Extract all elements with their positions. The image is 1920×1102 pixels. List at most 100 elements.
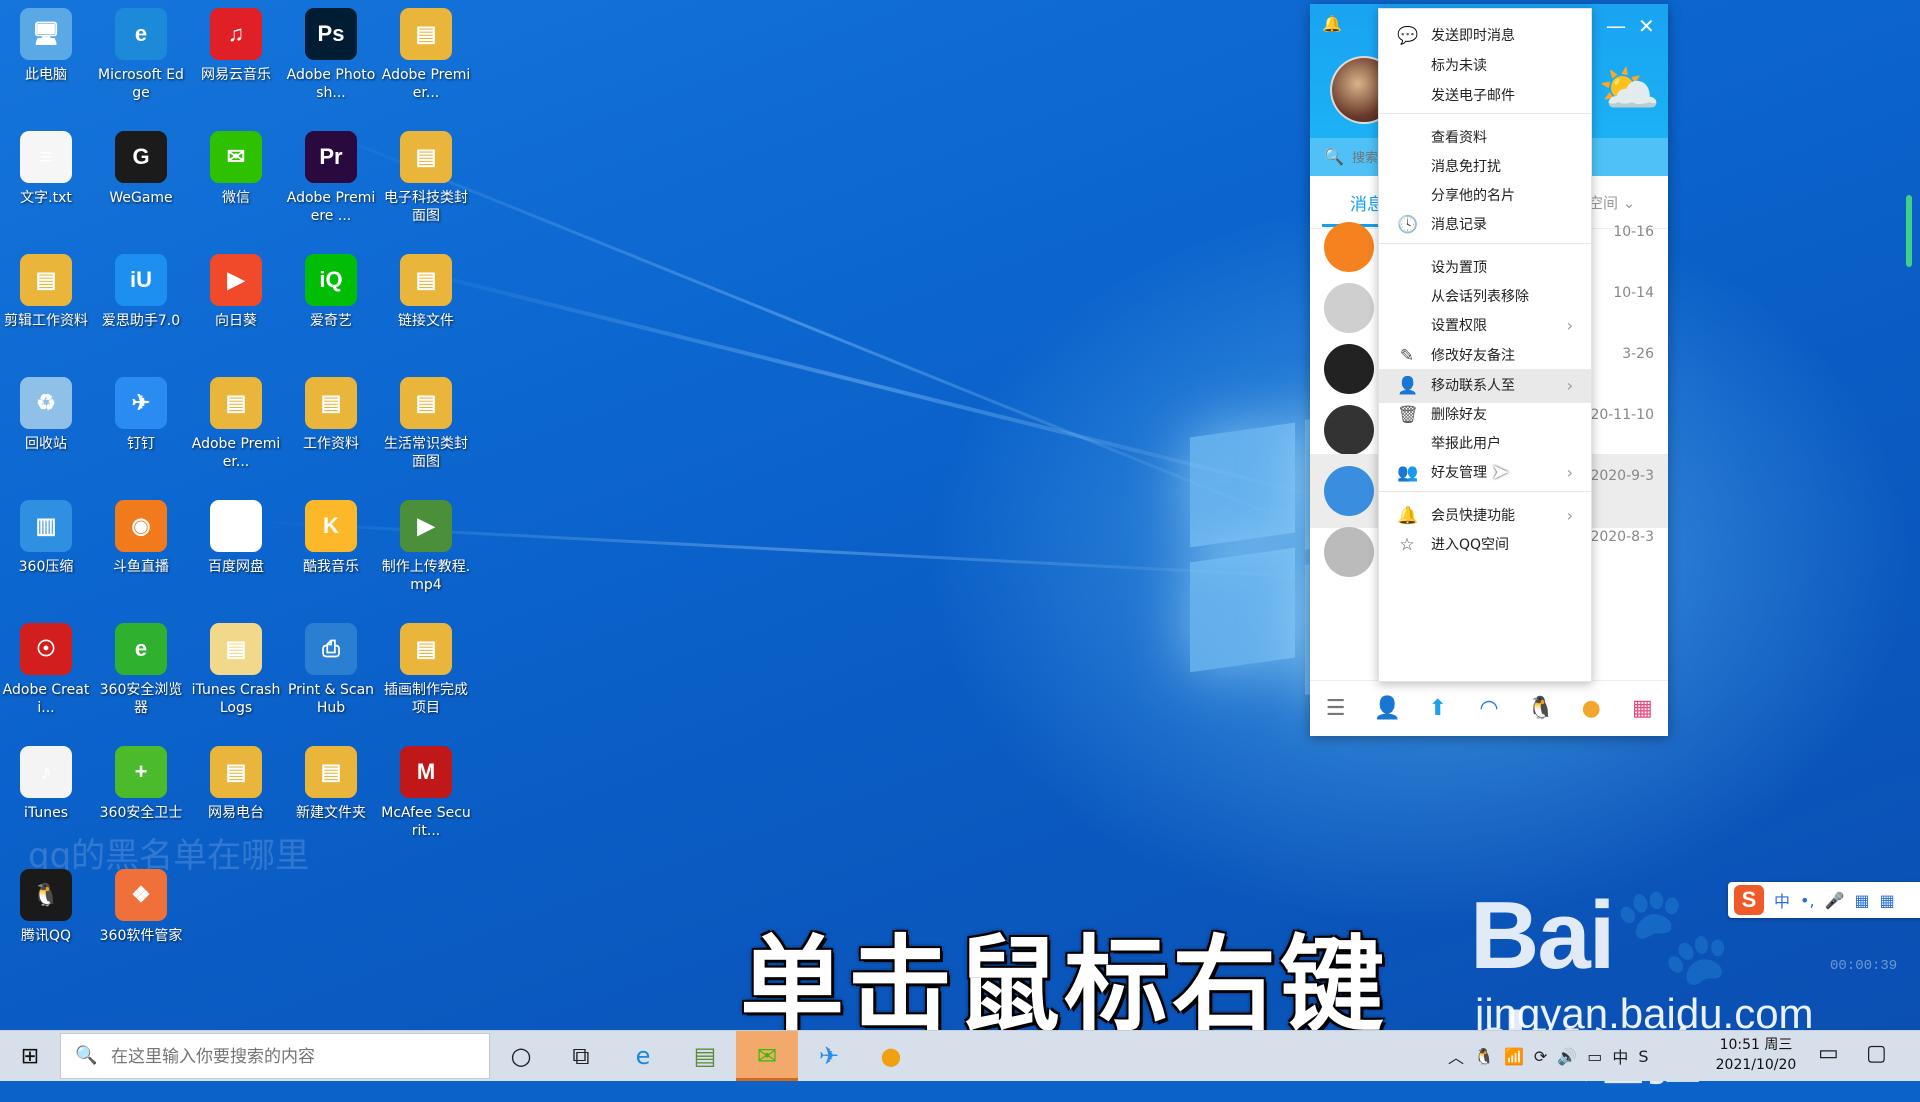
desktop-icon[interactable]: e Microsoft Edge xyxy=(95,8,187,102)
app-icon: ▤ xyxy=(210,377,262,429)
add-friend-icon[interactable]: 👤 xyxy=(1374,696,1401,722)
microphone-icon[interactable]: 🎤 xyxy=(1825,891,1845,910)
wifi-icon[interactable]: 📶 xyxy=(1504,1047,1524,1066)
qq-pet-icon[interactable]: 🐧 xyxy=(1527,696,1554,722)
context-menu-item[interactable]: 👥 好友管理 › xyxy=(1379,456,1591,490)
desktop-icon[interactable]: ▤ 生活常识类封面图 xyxy=(380,377,472,471)
task-view-button[interactable]: ⧉ xyxy=(550,1031,612,1081)
desktop-icon-label: 斗鱼直播 xyxy=(113,559,169,575)
desktop-icon-label: 链接文件 xyxy=(398,313,454,329)
desktop-icon[interactable]: ❖ 360软件管家 xyxy=(95,869,187,945)
context-menu-item[interactable]: 发送电子邮件 xyxy=(1379,79,1591,113)
desktop-icon[interactable]: ☉ Adobe Creati... xyxy=(0,623,92,717)
desktop-icon[interactable]: M McAfee Securit... xyxy=(380,746,472,840)
taskbar-search-input[interactable] xyxy=(109,1044,473,1070)
desktop-icon[interactable]: Ps Adobe Photosh... xyxy=(285,8,377,102)
desktop-icon[interactable]: ▤ 插画制作完成项目 xyxy=(380,623,472,717)
desktop-icon[interactable]: ▤ 剪辑工作资料 xyxy=(0,254,92,330)
taskbar-edge-icon[interactable]: e xyxy=(612,1031,674,1081)
start-button[interactable]: ⊞ xyxy=(0,1031,60,1081)
qq-browser-icon[interactable]: ◠ xyxy=(1476,696,1502,722)
desktop-icon[interactable]: ▤ 电子科技类封面图 xyxy=(380,131,472,225)
context-menu-item[interactable]: 🕓 消息记录 xyxy=(1379,208,1591,242)
taskbar-dingtalk-icon[interactable]: ✈ xyxy=(798,1031,860,1081)
taskbar-clock[interactable]: 10:51 周三 2021/10/20 xyxy=(1706,1035,1806,1075)
desktop-icon[interactable]: iQ 爱奇艺 xyxy=(285,254,377,330)
desktop-icon[interactable]: ▤ iTunes Crash Logs xyxy=(190,623,282,717)
context-menu: 💬 发送即时消息 标为未读 发送电子邮件 查看资料 消息免打扰 分享他的名片 🕓 消息记录 设为置… xyxy=(1378,8,1592,682)
desktop-icon-label: 百度网盘 xyxy=(208,559,264,575)
desktop-icon[interactable]: ◉ 斗鱼直播 xyxy=(95,500,187,576)
desktop-icon[interactable]: ♪ iTunes xyxy=(0,746,92,822)
desktop-icon[interactable]: ▶ 制作上传教程.mp4 xyxy=(380,500,472,594)
desktop-icon[interactable]: ▤ 网易电台 xyxy=(190,746,282,822)
desktop-icon-label: 360软件管家 xyxy=(99,928,183,944)
close-button[interactable]: ✕ xyxy=(1638,14,1655,38)
ime-indicator[interactable]: 中 xyxy=(1612,1044,1628,1068)
app-icon: iU xyxy=(115,254,167,306)
main-menu-icon[interactable]: ☰ xyxy=(1323,696,1349,722)
app-icon: ▤ xyxy=(20,254,72,306)
battery-icon[interactable]: ▭ xyxy=(1587,1047,1602,1066)
app-manager-icon[interactable]: ▦ xyxy=(1629,696,1655,722)
desktop-icon[interactable]: ✈ 钉钉 xyxy=(95,377,187,453)
desktop-icon[interactable]: ♫ 网易云音乐 xyxy=(190,8,282,84)
qq-game-icon[interactable]: ● xyxy=(1578,696,1604,722)
desktop-icon[interactable]: ▥ 360压缩 xyxy=(0,500,92,576)
toolbox-icon[interactable]: ▦ xyxy=(1880,891,1895,910)
taskbar-search-box[interactable]: 🔍 xyxy=(60,1033,490,1079)
desktop-icon[interactable]: Pr Adobe Premiere ... xyxy=(285,131,377,225)
desktop-icon[interactable]: ⎙ Print & Scan Hub xyxy=(285,623,377,717)
bell-icon[interactable]: 🔔 xyxy=(1322,14,1342,33)
desktop-icon[interactable]: e 360安全浏览器 xyxy=(95,623,187,717)
desktop-icon[interactable]: ♻ 回收站 xyxy=(0,377,92,453)
chat-date: 3-26 xyxy=(1622,346,1654,362)
volume-icon[interactable]: 🔊 xyxy=(1557,1047,1577,1066)
desktop-icon[interactable]: ☁ 百度网盘 xyxy=(190,500,282,576)
desktop-icon[interactable]: ≡ 文字.txt xyxy=(0,131,92,207)
input-indicator-icon[interactable]: ▭ xyxy=(1818,1041,1839,1066)
context-menu-item[interactable]: 设置权限 › xyxy=(1379,309,1591,343)
desktop-icon[interactable]: ▤ Adobe Premier... xyxy=(380,8,472,102)
taskbar-app-icon[interactable]: ● xyxy=(860,1031,922,1081)
desktop-icon-label: 制作上传教程.mp4 xyxy=(381,559,471,593)
context-menu-item[interactable]: ✎ 修改好友备注 xyxy=(1379,339,1591,373)
app-icon: 🖥 xyxy=(20,8,72,60)
desktop-icon[interactable]: iU 爱思助手7.0 xyxy=(95,254,187,330)
desktop-icon[interactable]: ▤ Adobe Premier... xyxy=(190,377,282,471)
taskbar-wechat-icon[interactable]: ✉ xyxy=(736,1031,798,1081)
desktop-icon[interactable]: 🖥 此电脑 xyxy=(0,8,92,84)
menu-item-label: 标为未读 xyxy=(1431,58,1487,74)
weather-icon[interactable]: ⛅ xyxy=(1598,60,1660,119)
app-icon: iQ xyxy=(305,254,357,306)
desktop-icon[interactable]: K 酷我音乐 xyxy=(285,500,377,576)
desktop-icon[interactable]: G WeGame xyxy=(95,131,187,207)
context-menu-item[interactable]: 💬 发送即时消息 xyxy=(1379,19,1591,53)
desktop-icon[interactable]: 🐧 腾讯QQ xyxy=(0,869,92,945)
desktop-icon[interactable]: ▤ 工作资料 xyxy=(285,377,377,453)
sync-icon[interactable]: ⟳ xyxy=(1534,1047,1547,1066)
taskbar-explorer-icon[interactable]: ▤ xyxy=(674,1031,736,1081)
contact-avatar xyxy=(1324,344,1374,394)
chat-date: 2020-9-3 xyxy=(1590,468,1654,484)
notification-center-icon[interactable]: ▢ xyxy=(1866,1041,1887,1066)
minimize-button[interactable]: — xyxy=(1606,14,1626,38)
context-menu-item[interactable]: 标为未读 xyxy=(1379,49,1591,83)
desktop-icon[interactable]: ▤ 链接文件 xyxy=(380,254,472,330)
keyboard-icon[interactable]: ▦ xyxy=(1854,891,1869,910)
desktop-icon-label: 360压缩 xyxy=(18,559,74,575)
file-transfer-icon[interactable]: ⬆ xyxy=(1425,696,1451,722)
desktop-icon-label: iTunes xyxy=(24,805,68,821)
qq-tray-icon[interactable]: 🐧 xyxy=(1474,1047,1494,1066)
qq-bottom-toolbar: ☰ 👤 ⬆ ◠ 🐧 ● ▦ xyxy=(1310,680,1668,736)
desktop-icon[interactable]: ▤ 新建文件夹 xyxy=(285,746,377,822)
app-icon: ♫ xyxy=(210,8,262,60)
desktop-icon[interactable]: +360安全卫士 xyxy=(95,746,187,822)
cortana-button[interactable]: ○ xyxy=(490,1031,552,1081)
desktop-icon[interactable]: ▶ 向日葵 xyxy=(190,254,282,330)
context-menu-item[interactable]: ☆ 进入QQ空间 xyxy=(1379,528,1591,562)
desktop-icon[interactable]: ✉ 微信 xyxy=(190,131,282,207)
sogou-tray-icon[interactable]: S xyxy=(1638,1047,1648,1066)
show-hidden-icons[interactable]: ︿ xyxy=(1448,1044,1464,1068)
app-icon: M xyxy=(400,746,452,798)
